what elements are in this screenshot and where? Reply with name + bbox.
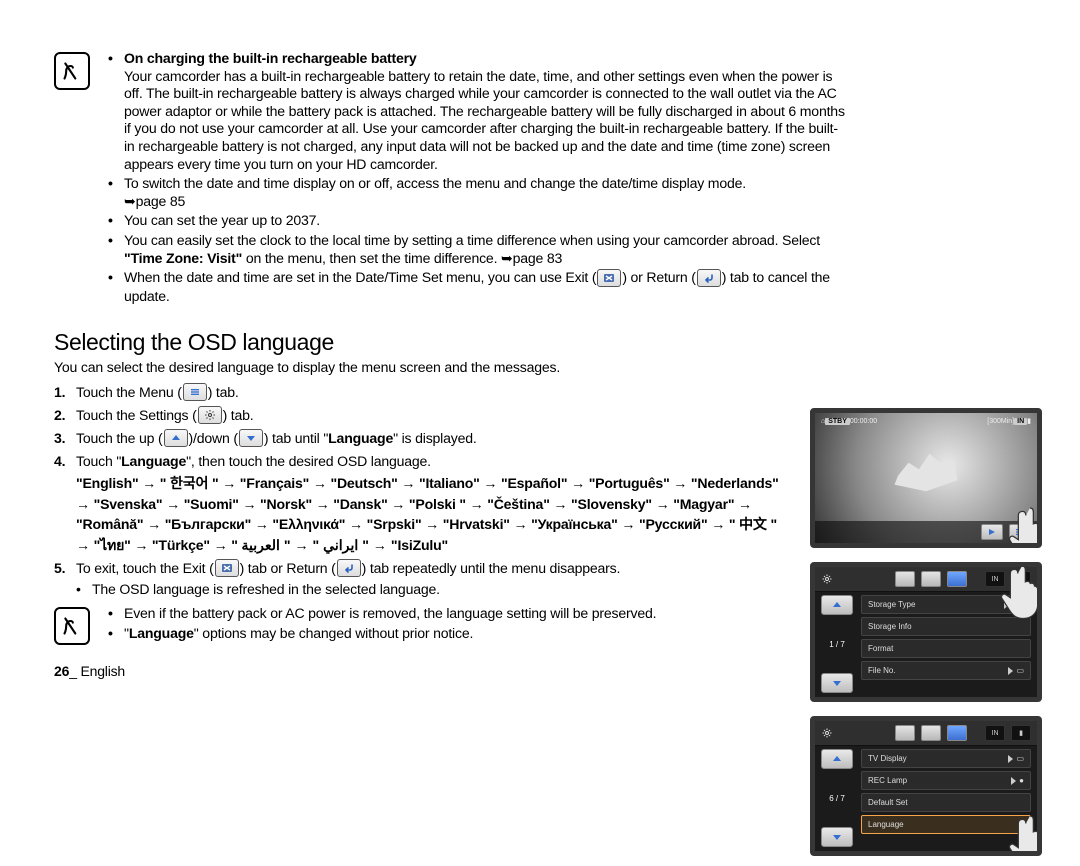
hand-icon (997, 562, 1042, 621)
return-icon (337, 559, 361, 577)
return-icon (697, 269, 721, 287)
note-persist: Even if the battery pack or AC power is … (108, 605, 848, 623)
tab-1[interactable] (895, 571, 915, 587)
down-icon (239, 429, 263, 447)
note-exit-return: When the date and time are set in the Da… (108, 269, 848, 305)
note-icon (54, 607, 90, 645)
language-chain: "English" → " 한국어 " → "Français" → "Deut… (76, 473, 794, 555)
play-button[interactable] (981, 524, 1003, 540)
stby-badge: STBY (825, 418, 850, 425)
note-battery-heading: On charging the built-in rechargeable ba… (108, 50, 848, 173)
tab-1[interactable] (895, 725, 915, 741)
up-button[interactable] (821, 595, 853, 615)
note-change: "Language" options may be changed withou… (108, 625, 848, 643)
gear-icon (821, 573, 833, 585)
tab-settings[interactable] (947, 571, 967, 587)
hand-icon (1005, 811, 1042, 856)
camcorder-preview-screen: ⌂ STBY 00:00:00 [300Min] IN ▮ (810, 408, 1042, 548)
hand-icon (1005, 503, 1042, 548)
step-5-sub: The OSD language is refreshed in the sel… (76, 580, 794, 599)
note-timezone: You can easily set the clock to the loca… (108, 232, 848, 267)
row-rec-lamp[interactable]: REC Lamp● (861, 771, 1031, 790)
battery-icon: ▮ (1027, 417, 1031, 425)
tab-settings[interactable] (947, 725, 967, 741)
memory-badge: IN (1014, 418, 1027, 425)
memory-indicator: IN (985, 725, 1005, 741)
settings-screen-1: IN ▮ 1 / 7 Storage TypeIN Storage Info F… (810, 562, 1042, 702)
section-heading: Selecting the OSD language (54, 329, 1026, 356)
note-display-toggle: To switch the date and time display on o… (108, 175, 848, 210)
battery-indicator: ▮ (1011, 725, 1031, 741)
step-4: Touch "Language", then touch the desired… (54, 452, 794, 555)
rec-time: 00:00:00 (850, 418, 877, 425)
down-button[interactable] (821, 673, 853, 693)
menu-icon (183, 383, 207, 401)
note-year-limit: You can set the year up to 2037. (108, 212, 848, 230)
tab-2[interactable] (921, 725, 941, 741)
step-3: Touch the up ()/down () tab until "Langu… (54, 429, 794, 448)
remain-time: [300Min] (987, 418, 1014, 425)
row-default-set[interactable]: Default Set (861, 793, 1031, 812)
row-tv-display[interactable]: TV Display▭ (861, 749, 1031, 768)
row-format[interactable]: Format (861, 639, 1031, 658)
gear-icon (821, 727, 833, 739)
exit-icon (215, 559, 239, 577)
step-2: Touch the Settings () tab. (54, 406, 794, 425)
page-counter: 1 / 7 (829, 640, 845, 649)
step-1: Touch the Menu () tab. (54, 383, 794, 402)
down-button[interactable] (821, 827, 853, 847)
tab-2[interactable] (921, 571, 941, 587)
step-5: To exit, touch the Exit () tab or Return… (54, 559, 794, 599)
section-intro: You can select the desired language to d… (54, 358, 794, 376)
up-icon (164, 429, 188, 447)
settings-screen-2: IN ▮ 6 / 7 TV Display▭ REC Lamp● Default… (810, 716, 1042, 856)
up-button[interactable] (821, 749, 853, 769)
page-counter: 6 / 7 (829, 794, 845, 803)
gear-icon (198, 406, 222, 424)
row-file-no[interactable]: File No.▭ (861, 661, 1031, 680)
note-icon (54, 52, 90, 90)
exit-icon (597, 269, 621, 287)
